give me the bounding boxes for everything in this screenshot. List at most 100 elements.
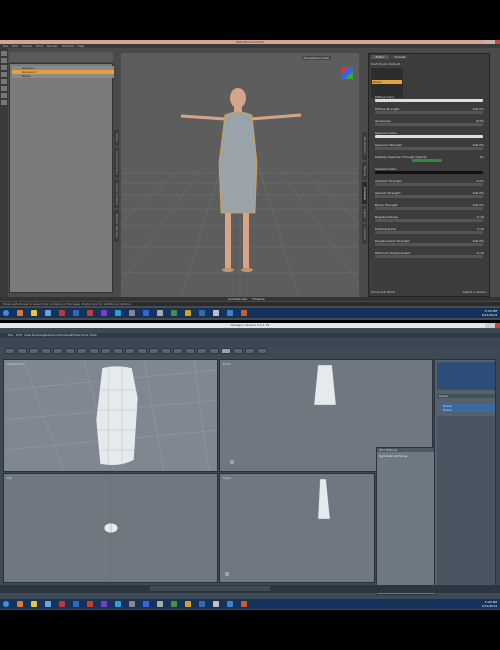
toolbar-button[interactable]: [257, 348, 267, 354]
property-diffuse-color[interactable]: Diffuse Color: [372, 95, 486, 104]
menu-help[interactable]: Help: [90, 333, 97, 338]
start-button-icon[interactable]: [3, 310, 9, 316]
viewport-right[interactable]: Right: [219, 473, 375, 583]
select-tool-icon[interactable]: [1, 51, 7, 56]
taskbar-app-icon[interactable]: [143, 310, 149, 316]
slider[interactable]: [375, 123, 483, 126]
menu-file[interactable]: File: [8, 333, 13, 338]
property-minimum-displacement[interactable]: Minimum Displacement -0.10: [372, 251, 486, 260]
taskbar-app-icon[interactable]: [241, 601, 247, 607]
taskbar-app-icon[interactable]: [157, 601, 163, 607]
property-ambient-strength[interactable]: Ambient Strength 0.0%: [372, 179, 486, 188]
toolbar-button[interactable]: [41, 348, 51, 354]
toolbar-button[interactable]: [173, 348, 183, 354]
tab-content-library[interactable]: Content Library: [114, 148, 119, 178]
property-multiply-specular[interactable]: Multiply Specular Through Opacity On: [372, 155, 486, 164]
rotate-tool-icon[interactable]: [1, 65, 7, 70]
property-displacement-strength[interactable]: Displacement Strength 100.0%: [372, 239, 486, 248]
menu-edit[interactable]: Edit: [16, 333, 22, 338]
property-specular-strength[interactable]: Specular Strength 100.0%: [372, 143, 486, 152]
toolbar-button[interactable]: [185, 348, 195, 354]
taskbar-app-icon[interactable]: [227, 310, 233, 316]
menu-view[interactable]: View: [24, 333, 31, 338]
toolbar-button[interactable]: [53, 348, 63, 354]
property-diffuse-strength[interactable]: Diffuse Strength 100.0%: [372, 107, 486, 116]
menu-windows[interactable]: Windows: [58, 333, 71, 338]
scene-item-dress[interactable]: Dress: [12, 74, 114, 78]
toolbar-button[interactable]: [89, 348, 99, 354]
pose-tool-icon[interactable]: [1, 79, 7, 84]
folder-icon[interactable]: [31, 601, 37, 607]
tab-lights[interactable]: Lights: [362, 206, 367, 222]
taskbar-app-icon[interactable]: [199, 310, 205, 316]
menu-create[interactable]: Create: [22, 44, 32, 48]
taskbar-app-icon[interactable]: [171, 310, 177, 316]
property-positive-bump[interactable]: Positive Bump 0.10: [372, 227, 486, 236]
toolbar-button[interactable]: [149, 348, 159, 354]
close-button[interactable]: [495, 323, 500, 328]
taskbar-app-icon[interactable]: [199, 601, 205, 607]
slider[interactable]: [375, 231, 483, 234]
taskbar-app-icon[interactable]: [17, 310, 23, 316]
move-tool-icon[interactable]: [1, 58, 7, 63]
slider[interactable]: [375, 243, 483, 246]
property-ambient-color[interactable]: Ambient Color: [372, 167, 486, 176]
taskbar-app-icon[interactable]: [45, 310, 51, 316]
tab-animate-lite[interactable]: Animate Lite: [228, 297, 247, 301]
slider[interactable]: [375, 183, 483, 186]
taskbar-app-icon[interactable]: [73, 310, 79, 316]
property-glossiness[interactable]: Glossiness 8.0%: [372, 119, 486, 128]
toolbar-button[interactable]: [113, 348, 123, 354]
snap-controls[interactable]: [150, 586, 270, 591]
toolbar-button[interactable]: [209, 348, 219, 354]
menu-window[interactable]: Window: [62, 44, 74, 48]
toolbar-button[interactable]: [245, 348, 255, 354]
slider[interactable]: [375, 195, 483, 198]
taskbar-app-icon[interactable]: [213, 601, 219, 607]
tab-render-settings[interactable]: Render Settings: [114, 210, 119, 242]
toolbar-button-active[interactable]: [221, 348, 231, 354]
render-tool-icon[interactable]: [1, 93, 7, 98]
tab-presets[interactable]: Presets: [391, 55, 409, 59]
toolbar-button[interactable]: [65, 348, 75, 354]
tab-smart-content[interactable]: Smart Content: [114, 180, 119, 208]
property-negative-bump[interactable]: Negative Bump -0.10: [372, 215, 486, 224]
scene-tree-item-dress[interactable]: Dress: [441, 408, 495, 412]
toolbar-button[interactable]: [29, 348, 39, 354]
symmetrical-faces-option[interactable]: Symmetrical Faces: [379, 454, 433, 458]
taskbar-app-icon[interactable]: [87, 310, 93, 316]
menu-help[interactable]: Help: [78, 44, 85, 48]
taskbar-app-icon[interactable]: [17, 601, 23, 607]
taskbar-app-icon[interactable]: [101, 310, 107, 316]
property-specular-color[interactable]: Specular Color: [372, 131, 486, 140]
taskbar-app-icon[interactable]: [115, 310, 121, 316]
viewport-top[interactable]: Top: [3, 473, 218, 583]
toolbar-button[interactable]: [161, 348, 171, 354]
toolbar-button[interactable]: [17, 348, 27, 354]
surface-item-dress[interactable]: Dress: [372, 80, 402, 84]
color-swatch[interactable]: [375, 99, 483, 102]
toolbar-button[interactable]: [137, 348, 147, 354]
property-bump-strength[interactable]: Bump Strength 100.0%: [372, 203, 486, 212]
toolbar-button[interactable]: [125, 348, 135, 354]
status-lesson[interactable]: Select a Lesson...: [449, 290, 489, 294]
tab-surfaces[interactable]: Surfaces: [362, 182, 367, 204]
taskbar-app-icon[interactable]: [45, 601, 51, 607]
slider[interactable]: [375, 207, 483, 210]
taskbar-app-icon[interactable]: [213, 310, 219, 316]
taskbar-app-icon[interactable]: [171, 601, 177, 607]
menu-selection[interactable]: Selection: [44, 333, 58, 338]
taskbar-app-icon[interactable]: [185, 601, 191, 607]
tab-editor[interactable]: Editor: [371, 55, 389, 59]
menu-drawing[interactable]: Drawing: [32, 333, 44, 338]
slider[interactable]: [375, 111, 483, 114]
viewport-perspective[interactable]: Perspective: [3, 359, 218, 472]
taskbar-app-icon[interactable]: [143, 601, 149, 607]
toolbar-button[interactable]: [233, 348, 243, 354]
taskbar-app-icon[interactable]: [73, 601, 79, 607]
taskbar-app-icon[interactable]: [115, 601, 121, 607]
slider[interactable]: [375, 255, 483, 258]
show-sub-items-checkbox[interactable]: Show Sub Items: [371, 290, 411, 294]
menu-tools[interactable]: Tools: [81, 333, 88, 338]
toolbar-button[interactable]: [77, 348, 87, 354]
